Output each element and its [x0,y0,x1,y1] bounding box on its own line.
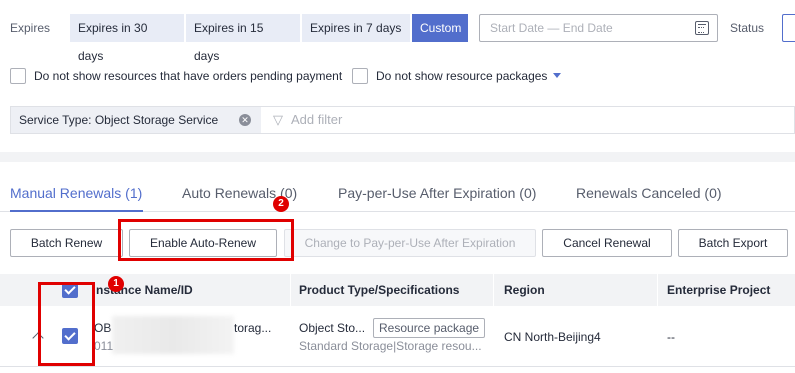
instance-id-prefix: 011 [94,339,114,353]
expires-30-days-chip[interactable]: Expires in 30 days [70,14,185,63]
step-badge-1: 1 [108,276,124,292]
batch-export-button[interactable]: Batch Export [678,229,788,257]
hide-pending-orders-label: Do not show resources that have orders p… [34,69,343,83]
expires-label: Expires [10,21,51,35]
date-range-input[interactable]: Start Date — End Date [479,14,718,42]
active-tab-indicator [10,210,143,212]
remove-filter-icon[interactable]: ✕ [239,114,251,126]
highlight-checkboxes [38,282,95,366]
batch-renew-button[interactable]: Batch Renew [10,229,123,257]
calendar-icon[interactable] [695,21,709,35]
column-divider [290,274,291,306]
tab-pay-per-use[interactable]: Pay-per-Use After Expiration (0) [338,183,536,203]
product-type: Object Sto... [299,321,366,335]
change-to-pay-per-use-button[interactable]: Change to Pay-per-Use After Expiration [284,229,536,257]
region-value: CN North-Beijing4 [504,330,601,344]
status-select[interactable] [782,14,795,42]
instance-name-suffix: torag... [234,321,272,335]
chevron-down-icon[interactable] [553,73,561,78]
product-specs: Standard Storage|Storage resou... [299,339,482,353]
column-divider [493,274,494,306]
tab-renewals-canceled[interactable]: Renewals Canceled (0) [576,183,722,203]
column-divider [657,274,658,306]
service-type-filter-tag: Service Type: Object Storage Service ✕ [11,107,261,133]
add-filter-placeholder[interactable]: Add filter [291,107,342,133]
status-label: Status [730,21,765,35]
resource-package-tag: Resource package [373,318,486,338]
step-badge-2: 2 [273,196,289,212]
hide-pending-orders-checkbox[interactable] [10,68,26,84]
row-divider [0,366,795,367]
tab-manual-renewals[interactable]: Manual Renewals (1) [10,183,142,203]
expires-15-days-chip[interactable]: Expires in 15 days [186,14,301,63]
hide-resource-packages-checkbox[interactable] [352,68,368,84]
cancel-renewal-button[interactable]: Cancel Renewal [542,229,672,257]
instance-name-prefix[interactable]: OB [94,321,111,335]
enterprise-project-value: -- [667,330,675,344]
filter-icon: ▽ [273,112,283,127]
column-region: Region [504,283,545,297]
date-range-placeholder: Start Date — End Date [490,21,613,35]
hide-resource-packages-label: Do not show resource packages [376,69,548,83]
service-type-filter-text: Service Type: Object Storage Service [19,113,219,127]
column-product-type: Product Type/Specifications [299,283,460,297]
expires-custom-chip[interactable]: Custom [412,14,469,42]
expires-7-days-chip[interactable]: Expires in 7 days [302,14,411,42]
highlight-enable-auto-renew [118,219,294,261]
filter-bar[interactable]: Service Type: Object Storage Service ✕ ▽… [10,106,795,134]
section-divider [0,152,795,162]
redacted-instance-name [112,316,234,354]
column-enterprise-project: Enterprise Project [667,283,771,297]
